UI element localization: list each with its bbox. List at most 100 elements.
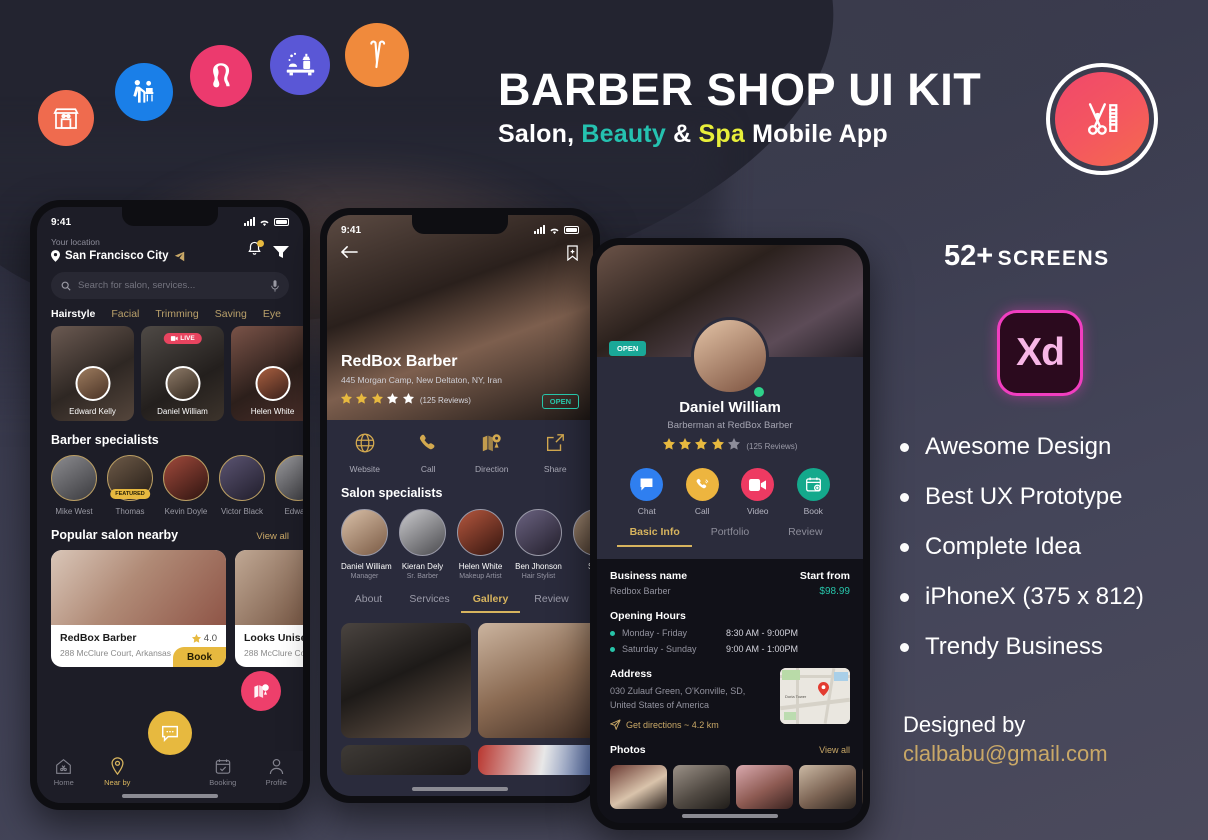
filter-icon[interactable] [273,245,289,259]
map-thumbnail[interactable]: Doria Tower [780,668,850,724]
salon-name-row: RedBox Barber 4.0 [60,632,217,644]
photos-view-all-link[interactable]: View all [819,745,850,755]
home-indicator [682,814,778,818]
gallery-photo[interactable] [341,623,471,738]
specialist-item[interactable]: Daniel William Manager [341,509,392,580]
specialist-item[interactable]: Kieran Dely Sr. Barber [399,509,446,580]
tab-services[interactable]: Services [400,593,459,613]
bullet-dot-icon [900,542,909,552]
profile-name: Daniel William [679,399,781,416]
live-badge: LIVE [163,333,202,344]
nav-item-home[interactable]: Home [37,757,91,787]
photo-thumbnail[interactable] [673,765,730,810]
tab-basic-info[interactable]: Basic Info [617,526,693,547]
header-actions [247,237,289,262]
screens-count: 52+ SCREENS [944,240,1110,273]
specialist-item[interactable]: Ben Jhonson Hair Stylist [515,509,562,580]
address-text-block: Address 030 Zulauf Green, O'Konville, SD… [610,668,770,731]
tab-gallery[interactable]: Gallery [461,593,520,613]
salon-card[interactable]: Looks Unisex 288 McClure Co [235,550,303,667]
story-name: Helen White [250,407,295,416]
bookmark-icon[interactable] [566,245,579,261]
star-icon [356,393,368,404]
category-tab-hairstyle[interactable]: Hairstyle [51,308,95,320]
address-line-2: United States of America [610,700,710,711]
photo-thumbnail[interactable] [736,765,793,810]
spa-products-icon [270,35,330,95]
category-tab-saving[interactable]: Saving [215,308,247,320]
search-input[interactable]: Search for salon, services... [51,272,289,299]
specialist-item[interactable]: Mike West [51,455,97,516]
bullet-dot-icon [900,642,909,652]
tab-about[interactable]: About [339,593,398,613]
action-call[interactable]: Call [685,468,719,516]
start-from-label: Start from [799,570,850,582]
start-from-value: $98.99 [819,586,850,597]
view-all-link[interactable]: View all [256,531,289,542]
hair-style-icon [190,45,252,107]
detail-tabs: About Services Gallery Review [327,580,593,613]
map-pin-icon [818,682,829,696]
specialist-item[interactable]: Victor Black [219,455,265,516]
location-value-row[interactable]: San Francisco City [51,250,185,262]
photo-thumbnail[interactable] [799,765,856,810]
gallery-photo[interactable] [341,745,471,775]
specialist-item[interactable]: Edward [275,455,303,516]
star-icon [371,393,383,404]
specialist-item[interactable]: Kevin Doyle [163,455,209,516]
action-call[interactable]: Call [397,432,461,474]
category-tab-eye[interactable]: Eye [263,308,281,320]
get-directions-link[interactable]: Get directions ~ 4.2 km [610,719,770,731]
avatar [163,455,209,501]
gallery-grid [327,613,593,738]
nav-item-nearby[interactable]: Near by [91,757,145,787]
send-arrow-icon [174,251,184,261]
gallery-photo[interactable] [478,623,593,738]
nav-item-profile[interactable]: Profile [250,757,304,787]
hours-time: 8:30 AM - 9:00PM [726,628,799,638]
story-card[interactable]: Helen White [231,326,303,421]
action-direction[interactable]: Direction [460,432,524,474]
adobe-xd-logo-icon: Xd [997,310,1083,396]
chat-fab-button[interactable] [148,711,192,755]
star-icon [662,438,675,450]
app-icon-row [30,18,450,148]
microphone-icon[interactable] [271,279,279,292]
direction-fab-button[interactable] [241,671,281,711]
share-icon [547,434,565,452]
nav-item-booking[interactable]: Booking [196,757,250,787]
photo-thumbnail[interactable] [610,765,667,810]
status-time: 9:41 [51,216,72,228]
status-badge: OPEN [609,341,647,356]
specialist-item[interactable]: Helen White Makeup Artist [457,509,504,580]
story-card[interactable]: Edward Kelly [51,326,134,421]
specialist-name: Kieran Dely [401,562,444,571]
salon-card[interactable]: RedBox Barber 4.0 288 McClure Court, Ark… [51,550,226,667]
category-tab-trimming[interactable]: Trimming [155,308,198,320]
status-icons [534,225,579,235]
photo-thumbnail[interactable] [862,765,863,810]
tab-review[interactable]: Review [768,526,843,547]
action-video[interactable]: Video [741,468,775,516]
notifications-button[interactable] [247,240,264,262]
category-tab-facial[interactable]: Facial [111,308,139,320]
action-share[interactable]: Share [524,432,588,474]
gallery-photo[interactable] [478,745,593,775]
specialist-item[interactable]: FEATURED Thomas [107,455,153,516]
story-card[interactable]: LIVE Daniel William [141,326,224,421]
specialist-name: Ben Jhonson [515,562,562,571]
action-book[interactable]: Book [796,468,830,516]
status-badge: OPEN [541,394,579,409]
tab-review[interactable]: Review [522,593,581,613]
action-website[interactable]: Website [333,432,397,474]
feature-label: Awesome Design [925,433,1112,460]
tab-portfolio[interactable]: Portfolio [692,526,767,547]
action-chat[interactable]: Chat [630,468,664,516]
salon-detail-screen: 9:41 RedBox Barber 445 Morgan Camp, New … [327,215,593,796]
back-arrow-icon[interactable] [341,245,358,259]
book-button[interactable]: Book [173,647,226,667]
status-time: 9:41 [341,224,362,236]
brand-logo [1046,63,1158,175]
action-label: Video [746,506,769,516]
opening-hours-row: Saturday - Sunday 9:00 AM - 1:00PM [610,644,850,654]
